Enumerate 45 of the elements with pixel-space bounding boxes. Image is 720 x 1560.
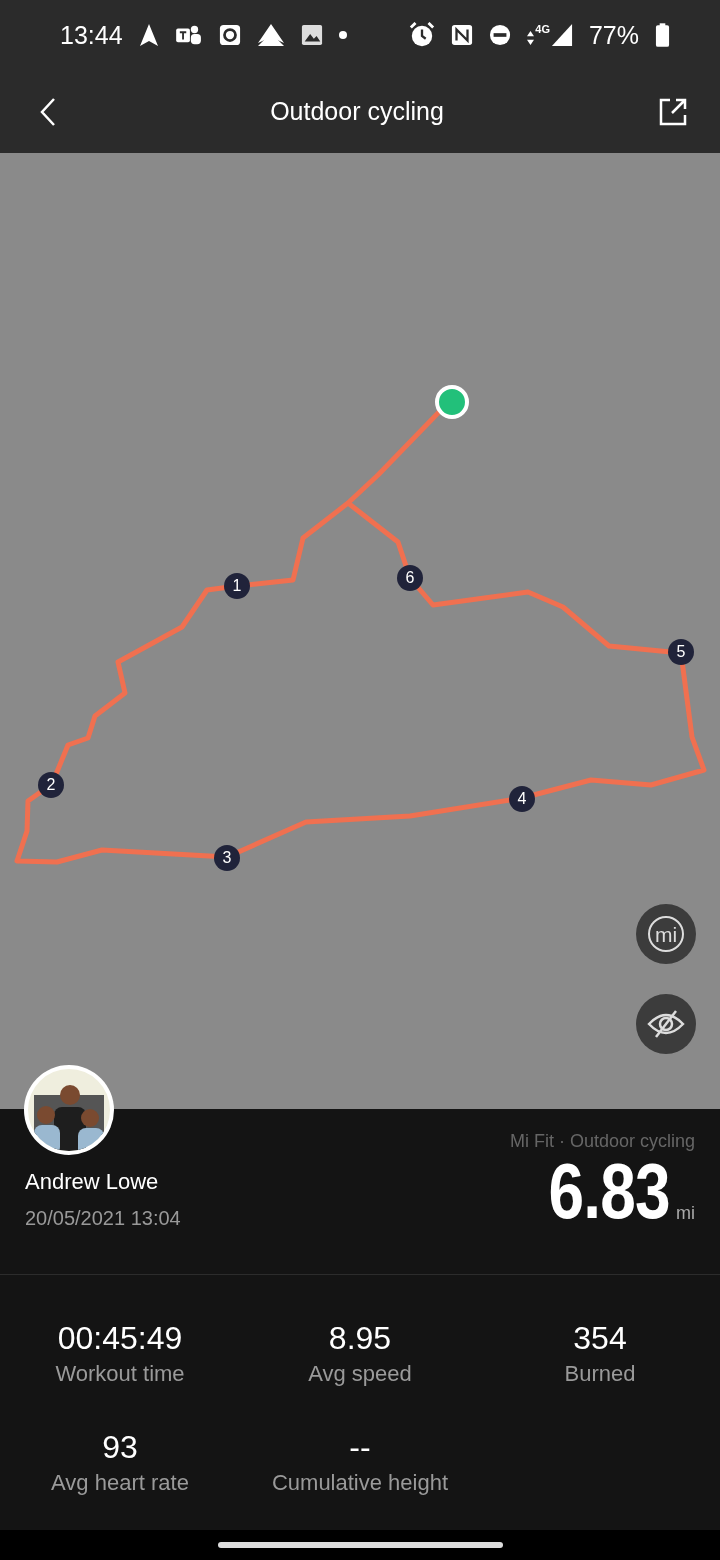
signal-icon <box>550 23 573 47</box>
stat-label: Cumulative height <box>271 1470 449 1496</box>
eye-slash-icon <box>646 1009 686 1039</box>
chevron-up-icon <box>256 23 285 47</box>
stat-value: 354 <box>573 1320 627 1357</box>
navigation-arrow-icon <box>138 23 159 47</box>
stat-value: 93 <box>102 1429 138 1466</box>
route-marker: 1 <box>224 573 250 599</box>
stat-value: -- <box>349 1429 371 1466</box>
dot-icon <box>338 31 347 39</box>
distance-value: 6.83 <box>548 1152 670 1230</box>
stat-label: Burned <box>564 1361 636 1387</box>
route-marker: 3 <box>214 845 240 871</box>
stat-value: 8.95 <box>328 1320 392 1357</box>
stat-value: 00:45:49 <box>57 1320 183 1357</box>
user-name: Andrew Lowe <box>25 1169 160 1195</box>
workout-source: Mi Fit · Outdoor cycling <box>509 1131 695 1152</box>
route-marker: 5 <box>668 639 694 665</box>
hide-button[interactable] <box>636 994 696 1054</box>
data-arrows-icon <box>527 29 535 47</box>
share-icon <box>658 96 688 127</box>
mi-button[interactable]: mi <box>636 904 696 964</box>
stat-label: Avg heart rate <box>51 1470 189 1496</box>
home-handle[interactable] <box>217 1542 503 1548</box>
map-view[interactable]: 1 2 3 4 5 6 mi <box>0 153 720 1109</box>
start-marker <box>435 385 469 419</box>
battery-icon <box>655 22 670 48</box>
nfc-icon <box>451 24 474 46</box>
stat-label: Avg speed <box>308 1361 412 1387</box>
do-not-disturb-icon <box>489 24 512 46</box>
screen-title: Outdoor cycling <box>270 97 444 126</box>
route-marker: 6 <box>397 565 423 591</box>
stat-label: Workout time <box>55 1361 185 1387</box>
image-icon <box>300 24 323 46</box>
route-marker: 4 <box>509 786 535 812</box>
battery-percent: 77% <box>588 20 639 50</box>
chevron-left-icon <box>40 96 56 127</box>
network-type: 4G <box>535 23 550 35</box>
alarm-clock-icon <box>409 22 436 48</box>
workout-date: 20/05/2021 13:04 <box>25 1207 181 1230</box>
distance-unit: mi <box>676 1203 695 1225</box>
status-time: 13:44 <box>60 20 123 50</box>
route-marker: 2 <box>38 772 64 798</box>
chat-app-icon <box>174 24 203 46</box>
camera-app-icon <box>218 24 241 46</box>
